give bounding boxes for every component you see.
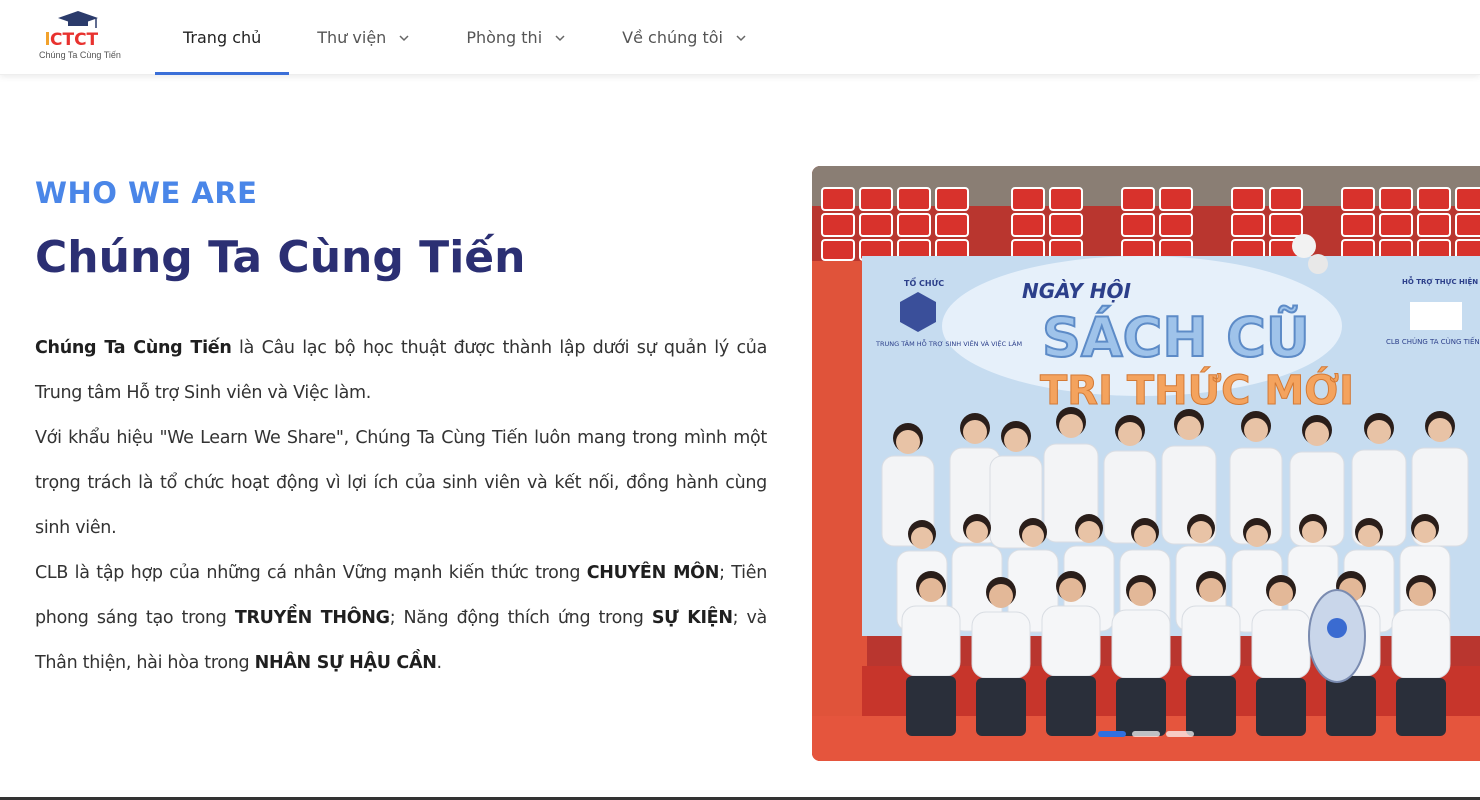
team-group-photo: NGÀY HỘI SÁCH CŨ TRI THỨC MỚI TỔ CHỨC TR… [812,166,1480,761]
nav-item-exam-room[interactable]: Phòng thi [438,0,594,75]
site-logo[interactable]: CTCT Chúng Ta Cùng Tiến [30,10,130,66]
banner-main-text: SÁCH CŨ [1042,306,1310,369]
carousel-dot[interactable] [1166,731,1194,737]
balloon-icon [1292,234,1316,258]
left-org-name: TRUNG TÂM HỖ TRỢ SINH VIÊN VÀ VIỆC LÀM [875,338,1022,348]
paragraph-text: . [436,653,443,673]
balloon-icon [1308,254,1328,274]
paragraph-text: CLB là tập hợp của những cá nhân Vững mạ… [35,563,587,583]
logo-wordmark: CTCT [50,30,99,48]
main-nav: Trang chủ Thư viện Phòng thi Về chúng tô… [155,0,775,75]
nav-item-label: Trang chủ [183,28,262,47]
keyword-bold: NHÂN SỰ HẬU CẦN [254,653,437,673]
club-name-bold: Chúng Ta Cùng Tiến [35,338,232,358]
ctct-sign-icon [1410,302,1462,330]
nav-item-label: Phòng thi [466,28,543,47]
about-paragraph-3: CLB là tập hợp của những cá nhân Vững mạ… [35,551,767,686]
carousel-dot[interactable] [1132,731,1160,737]
paragraph-text: ; Năng động thích ứng trong [389,608,652,628]
banner-top-text: NGÀY HỘI [1022,279,1132,303]
section-eyebrow: WHO WE ARE [35,176,258,210]
graduation-cap-logo-icon: CTCT [46,11,99,48]
logo-tagline: Chúng Ta Cùng Tiến [39,50,121,60]
about-paragraph-2: Với khẩu hiệu "We Learn We Share", Chúng… [35,428,767,538]
group-photo-illustration: NGÀY HỘI SÁCH CŨ TRI THỨC MỚI TỔ CHỨC TR… [812,166,1480,761]
nav-item-library[interactable]: Thư viện [289,0,438,75]
nav-item-about-us[interactable]: Về chúng tôi [594,0,775,75]
chevron-down-icon [399,34,409,41]
carousel-dot[interactable] [1098,731,1126,737]
keyword-bold: TRUYỀN THÔNG [234,608,390,628]
keyword-bold: CHUYÊN MÔN [586,563,720,583]
about-paragraph-1: Chúng Ta Cùng Tiến là Câu lạc bộ học thu… [35,326,767,416]
nav-item-label: Về chúng tôi [622,28,723,47]
nav-item-home[interactable]: Trang chủ [155,0,290,75]
banner-sub-text: TRI THỨC MỚI [1040,366,1354,414]
carousel-indicators [1098,731,1194,737]
site-header: CTCT Chúng Ta Cùng Tiến Trang chủ Thư vi… [0,0,1480,75]
nav-item-label: Thư viện [317,28,387,47]
right-org-label: HỖ TRỢ THỰC HIỆN [1402,276,1478,286]
right-org-name: CLB CHÚNG TA CÙNG TIẾN [1386,336,1480,346]
keyword-bold: SỰ KIỆN [651,608,733,628]
about-text: Chúng Ta Cùng Tiến là Câu lạc bộ học thu… [35,326,767,686]
chevron-down-icon [555,34,565,41]
chevron-down-icon [736,34,746,41]
section-title: Chúng Ta Cùng Tiến [35,232,526,283]
